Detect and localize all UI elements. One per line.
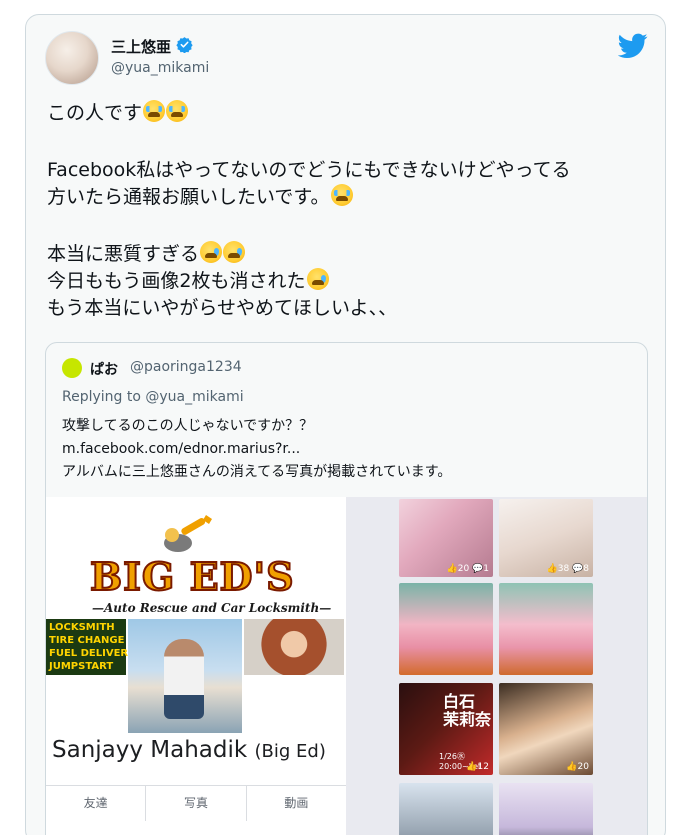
business-logo: BIG ED'S —Auto Rescue and Car Locksmith— [46,497,346,622]
tweet-line-1: この人です [47,100,657,127]
face-holding-back-tears-emoji-icon [223,241,246,263]
face-holding-back-tears-emoji-icon [200,241,223,263]
verified-badge-icon [176,37,193,53]
photo-stats: 👍20 [566,762,589,772]
photo-album-grid: 👍20 💬1 👍38 💬8 白石 茉莉奈 1/26㊌ 20:00~Let 👍12… [346,497,647,835]
photo-stats: 👍12 [466,762,489,772]
photo-title: 白石 茉莉奈 [443,692,492,729]
photo-stats: 👍38 💬8 [546,564,589,574]
user-handle[interactable]: @yua_mikami [111,60,209,76]
tweet-line-5: 今日ももう画像2枚も消された [47,268,657,295]
quote-line: 攻撃してるのこの人じゃないですか？？ [62,418,314,434]
profile-tabs: 友達 写真 動画 [46,785,346,821]
album-photo[interactable] [399,583,493,675]
service-item: FUEL DELIVER [49,648,129,659]
album-photo[interactable]: 👍20 [499,683,593,775]
album-photo[interactable]: 👍20 💬1 [399,499,493,577]
profile-name-text: Sanjayy Mahadik [52,737,248,763]
profile-name[interactable]: Sanjayy Mahadik (Big Ed) [52,737,326,763]
profile-alias: (Big Ed) [254,741,326,762]
album-photo[interactable] [499,783,593,835]
quoted-tweet[interactable]: ぱお @paoringa1234 Replying to @yua_mikami… [45,342,648,835]
services-banner: LOCKSMITH TIRE CHANGE FUEL DELIVER JUMPS… [46,619,129,675]
tab-photos[interactable]: 写真 [146,786,247,821]
profile-photo[interactable] [128,619,242,733]
tab-friends[interactable]: 友達 [46,786,147,821]
cover-photo-inset [244,619,344,675]
crying-face-emoji-icon [143,100,166,122]
tweet-body: この人です Facebook私はやってないのでどうにもできないけどやってる 方い… [47,100,657,322]
tab-videos[interactable]: 動画 [247,786,346,821]
mascot-mechanic-icon [164,515,212,552]
tweet-line-4: 本当に悪質すぎる [47,241,657,268]
album-photo[interactable] [499,583,593,675]
photo-stats: 👍20 💬1 [446,564,489,574]
quote-line: アルバムに三上悠亜さんの消えてる写真が掲載されています。 [62,464,452,480]
twitter-bird-icon[interactable] [618,33,648,59]
tweet-line-2: Facebook私はやってないのでどうにもできないけどやってる [47,159,571,181]
service-item: JUMPSTART [49,661,114,672]
quote-link[interactable]: m.facebook.com/ednor.marius?r... [62,438,451,461]
logo-title: BIG ED'S [89,553,295,600]
replying-to: Replying to @yua_mikami [62,389,244,405]
avatar[interactable] [45,31,99,85]
album-photo[interactable]: 白石 茉莉奈 1/26㊌ 20:00~Let 👍12 [399,683,493,775]
person-figure [164,639,204,719]
tweet-line-6: もう本当にいやがらせやめてほしいよ、、 [47,297,398,319]
quote-handle[interactable]: @paoringa1234 [130,359,242,375]
display-name[interactable]: 三上悠亜 [111,36,171,57]
quote-avatar[interactable] [62,358,82,378]
crying-face-emoji-icon [330,184,353,206]
service-item: LOCKSMITH [49,622,115,633]
album-photo[interactable] [399,783,493,835]
quote-body: 攻撃してるのこの人じゃないですか？？ m.facebook.com/ednor.… [62,415,451,484]
tweet-card[interactable]: 三上悠亜 @yua_mikami この人です Facebook私はやってないので… [25,14,666,835]
facebook-profile-screenshot[interactable]: BIG ED'S —Auto Rescue and Car Locksmith—… [46,497,346,835]
logo-subtitle: —Auto Rescue and Car Locksmith— [92,601,332,615]
tweet-line-3: 方いたら通報お願いしたいです。 [47,184,657,211]
quote-display-name[interactable]: ぱお [90,359,118,379]
replying-mention-link[interactable]: @yua_mikami [145,389,243,405]
replying-label: Replying to [62,389,141,405]
album-photo[interactable]: 👍38 💬8 [499,499,593,577]
crying-face-emoji-icon [166,100,189,122]
face-holding-back-tears-emoji-icon [306,268,329,290]
service-item: TIRE CHANGE [49,635,125,646]
